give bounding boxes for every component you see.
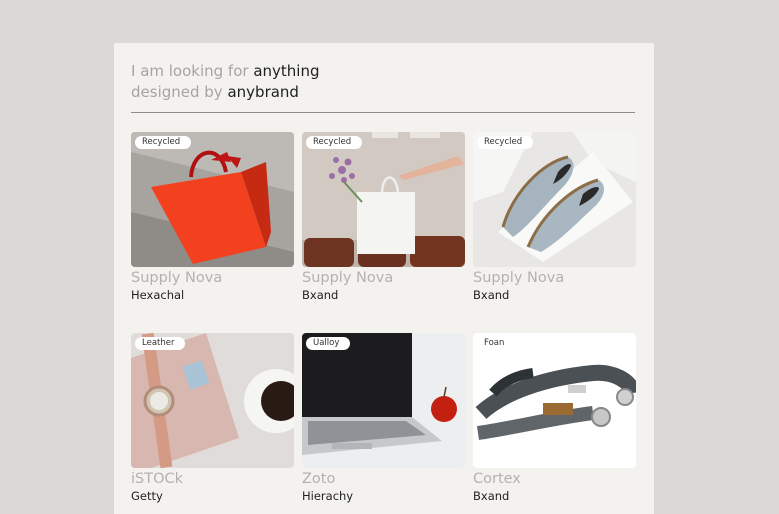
category-selector[interactable]: anything	[253, 62, 319, 80]
brand-selector[interactable]: anybrand	[227, 83, 298, 101]
product-card[interactable]: Leather iSTOCk Getty	[131, 333, 294, 503]
maker-name[interactable]: Hierachy	[302, 489, 465, 503]
brand-name[interactable]: Supply Nova	[473, 269, 636, 287]
looking-for-label: I am looking for	[131, 62, 249, 80]
brand-name[interactable]: Cortex	[473, 470, 636, 488]
brand-name[interactable]: iSTOCk	[131, 470, 294, 488]
material-tag: Leather	[135, 337, 186, 350]
product-card[interactable]: Ualloy Zoto Hierachy	[302, 333, 465, 503]
product-image[interactable]: Recycled	[302, 132, 465, 267]
brand-name[interactable]: Supply Nova	[131, 269, 294, 287]
product-image[interactable]: Foan	[473, 333, 636, 468]
product-card[interactable]: Foan Cortex Bxand	[473, 333, 636, 503]
designed-by-label: designed by	[131, 83, 223, 101]
product-image[interactable]: Ualloy	[302, 333, 465, 468]
brand-name[interactable]: Zoto	[302, 470, 465, 488]
product-image[interactable]: Recycled	[473, 132, 636, 267]
product-card[interactable]: Recycled Supply Nova Hexachal	[131, 132, 294, 302]
search-sentence: I am looking for anything designed by an…	[131, 61, 320, 103]
maker-name[interactable]: Getty	[131, 489, 294, 503]
material-tag: Ualloy	[306, 337, 351, 350]
product-card[interactable]: Recycled Supply Nova Bxand	[473, 132, 636, 302]
search-panel: I am looking for anything designed by an…	[114, 43, 654, 514]
material-tag: Recycled	[306, 136, 363, 149]
material-tag: Recycled	[135, 136, 192, 149]
product-image[interactable]: Leather	[131, 333, 294, 468]
maker-name[interactable]: Bxand	[473, 489, 636, 503]
maker-name[interactable]: Bxand	[302, 288, 465, 302]
material-tag: Recycled	[477, 136, 534, 149]
product-image[interactable]: Recycled	[131, 132, 294, 267]
maker-name[interactable]: Bxand	[473, 288, 636, 302]
brand-name[interactable]: Supply Nova	[302, 269, 465, 287]
material-tag: Foan	[477, 337, 516, 350]
divider	[131, 112, 635, 113]
product-card[interactable]: Recycled Supply Nova Bxand	[302, 132, 465, 302]
maker-name[interactable]: Hexachal	[131, 288, 294, 302]
